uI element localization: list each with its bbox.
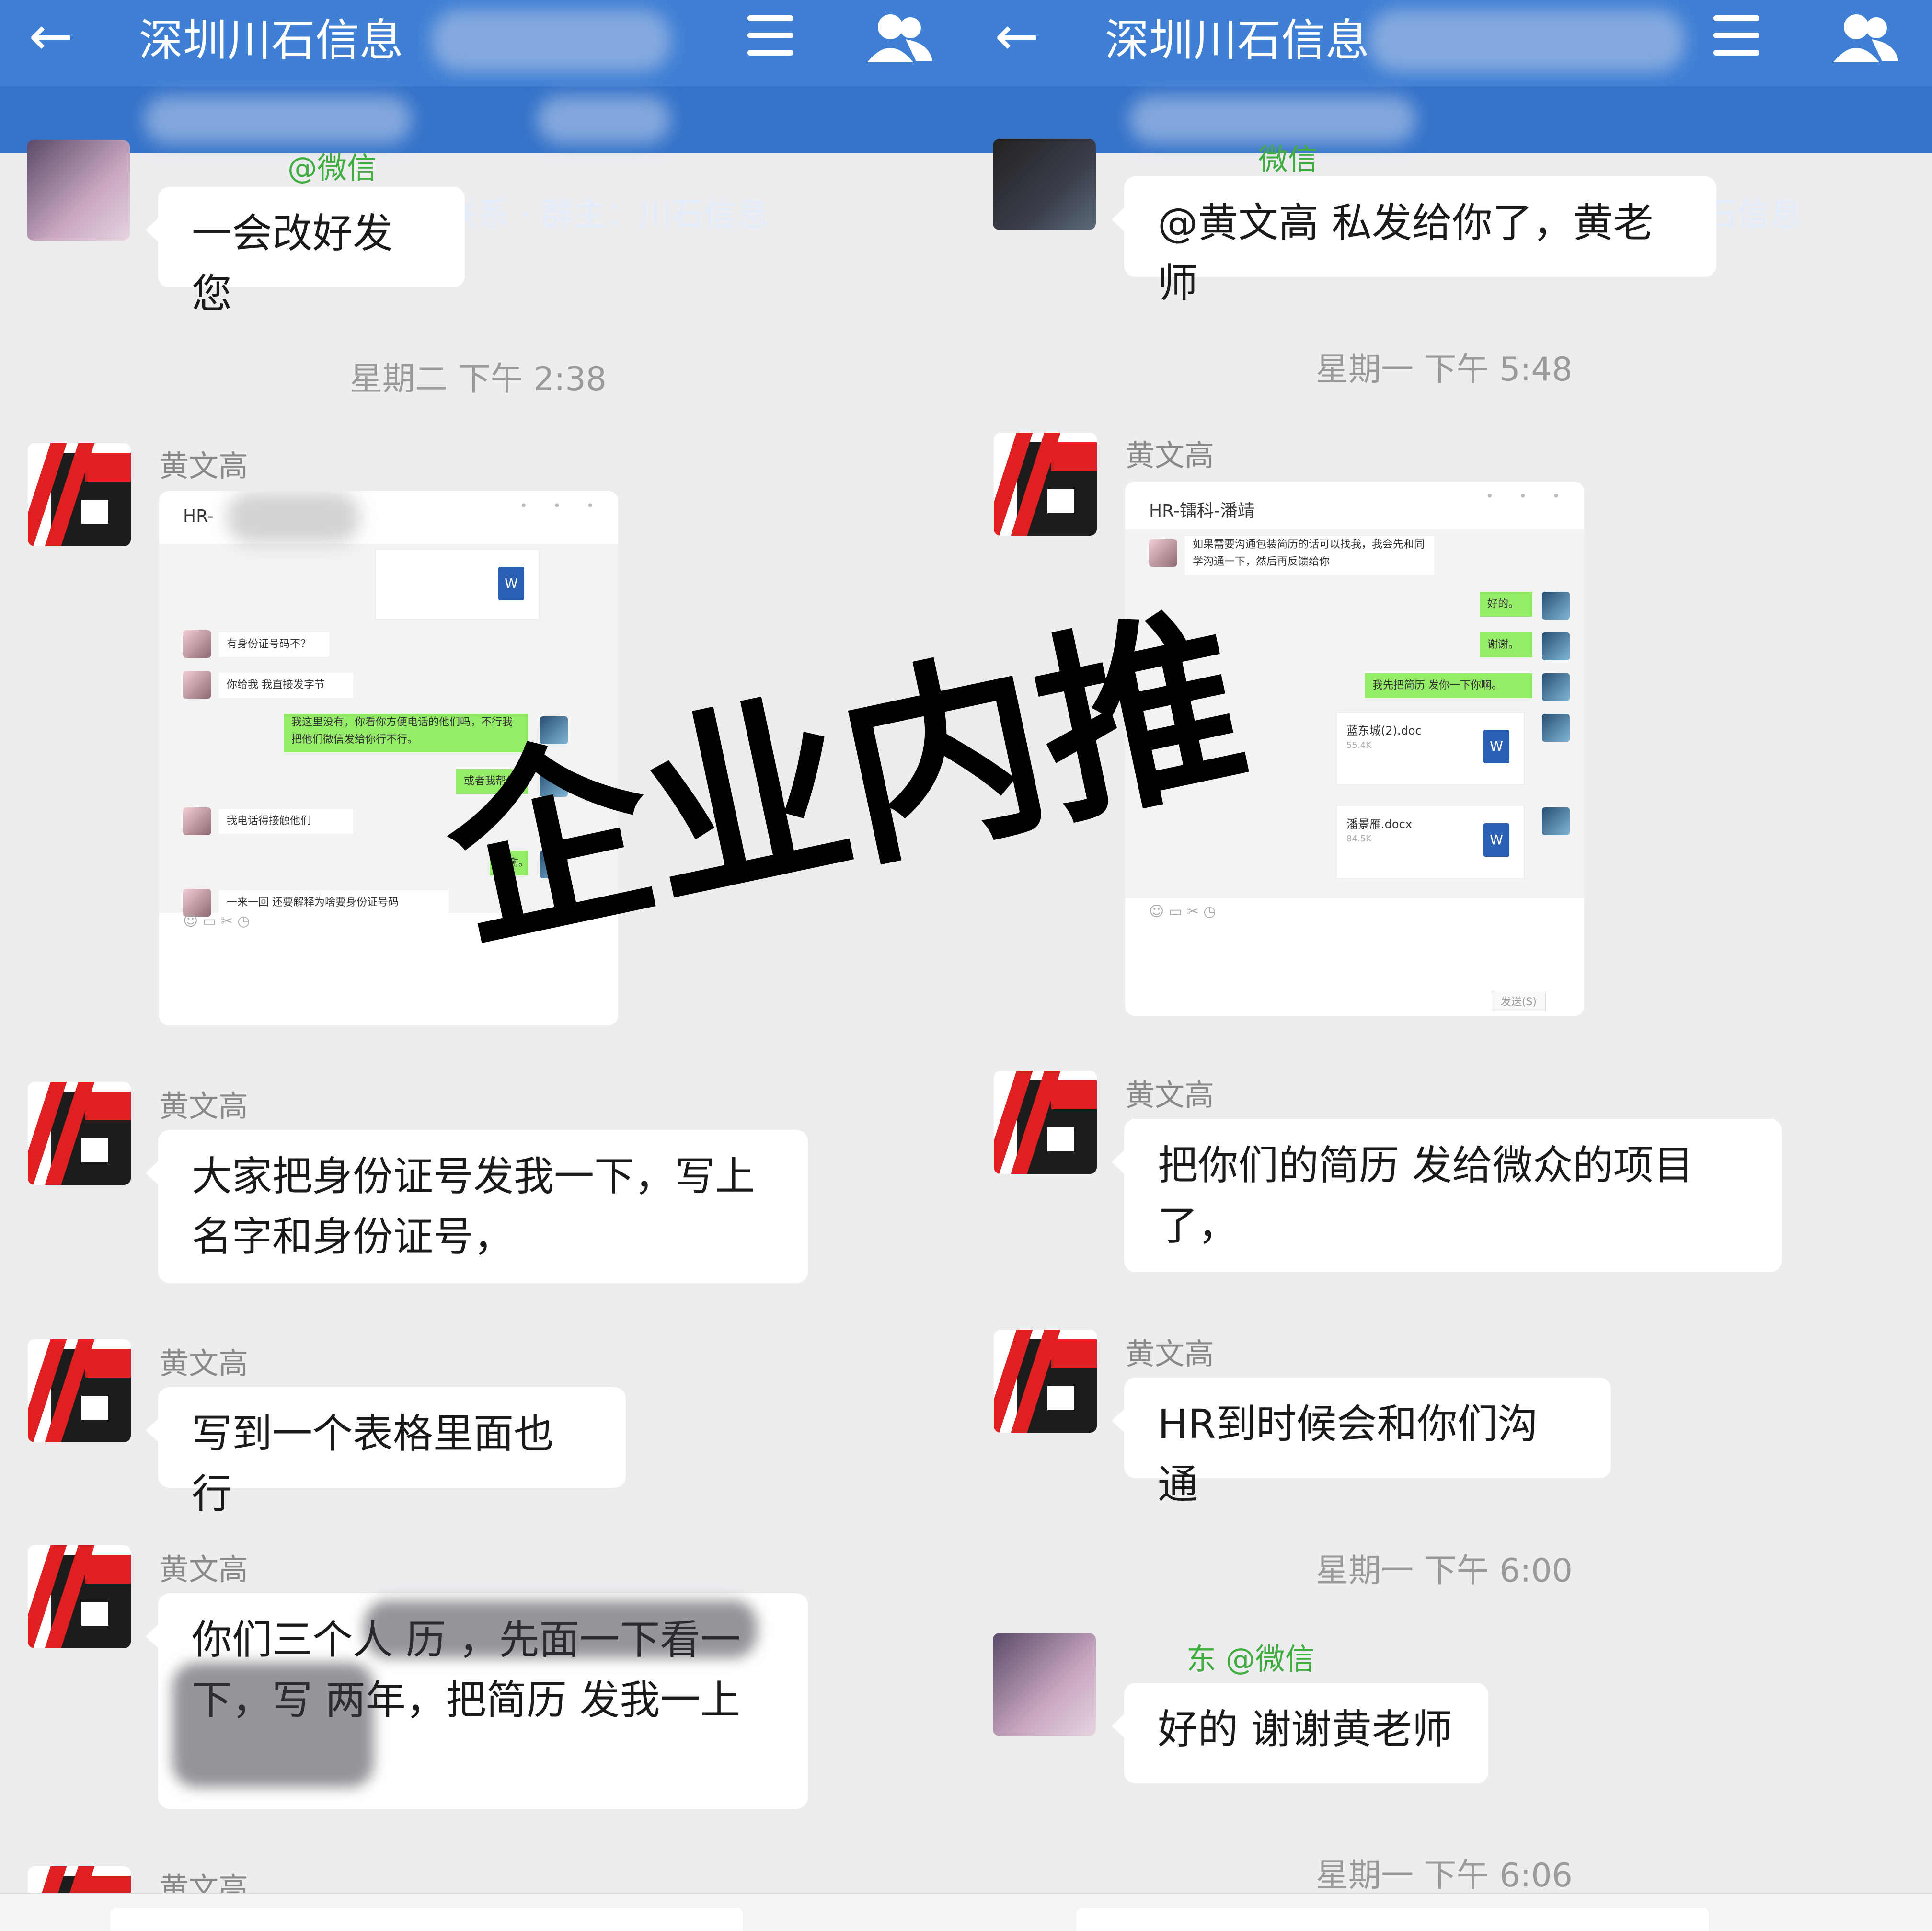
message-text: @黄文高 私发给你了，黄老师 (1158, 199, 1654, 307)
message-input[interactable] (1076, 1908, 1709, 1931)
chat-row: 我先把简历 发你一下你啊。 (1365, 673, 1532, 698)
avatar[interactable] (993, 139, 1096, 230)
sender-name: 黄文高 (159, 1089, 249, 1124)
avatar[interactable] (28, 1339, 131, 1442)
back-icon[interactable]: ← (995, 10, 1052, 67)
send-button: 发送(S) (1491, 991, 1546, 1011)
message-bubble[interactable]: 大家把身份证号发我一下，写上名字和身份证号， (146, 1130, 808, 1283)
chat-row: 谢谢。 (1480, 632, 1532, 657)
timestamp: 星期一 下午 6:00 (1316, 1552, 1573, 1590)
header-bar: ← 深圳川石信息 (966, 0, 1932, 86)
screenshot-toolbar: ☺ ▭ ✂ ◷ (183, 913, 250, 930)
avatar[interactable] (993, 1633, 1096, 1736)
screenshot-title: HR- (183, 506, 214, 526)
menu-icon[interactable] (748, 11, 800, 64)
sender-name: 黄文高 (1125, 1078, 1215, 1113)
sender-name: 黄文高 (159, 448, 249, 483)
timestamp: 星期一 下午 5:48 (1316, 351, 1573, 389)
redaction (172, 1663, 374, 1787)
right-chat-panel: ← 深圳川石信息 联系人 · 群主：川石信息 微信 @黄文高 私发给你了，黄老师… (966, 0, 1932, 1931)
avatar[interactable] (994, 1330, 1097, 1433)
chat-title: 深圳川石信息 (1105, 15, 1370, 66)
input-bar (966, 1893, 1932, 1931)
message-text: 大家把身份证号发我一下，写上名字和身份证号， (192, 1153, 756, 1260)
screenshot-title: HR-镭科-潘靖 (1149, 501, 1255, 521)
word-file-icon: W (1484, 823, 1509, 857)
message-text: 好的 谢谢黄老师 (1158, 1706, 1452, 1753)
chat-row: 好的。 (1480, 592, 1532, 617)
group-notice-bar[interactable]: 部联系 · 群主：川石信息 (0, 86, 966, 234)
window-controls: • • • (1485, 488, 1571, 504)
sender-name: 黄文高 (1125, 1336, 1215, 1371)
message-bubble[interactable]: HR到时候会和你们沟通 (1112, 1378, 1611, 1508)
group-notice-bar[interactable]: 联系人 · 群主：川石信息 (966, 86, 1932, 234)
avatar[interactable] (27, 140, 130, 241)
timestamp: 星期一 下午 6:06 (1316, 1857, 1573, 1895)
window-controls: • • • (519, 498, 605, 514)
avatar[interactable] (28, 443, 131, 546)
message-text: 把你们的简历 发给微众的项目了， (1158, 1142, 1694, 1249)
chat-row: 有身份证号码不？ (219, 632, 329, 657)
message-bubble[interactable]: 写到一个表格里面也行 (146, 1387, 626, 1517)
file-attachment: 蓝东城(2).doc 55.4K W (1336, 712, 1525, 785)
group-icon[interactable] (1828, 10, 1900, 67)
avatar[interactable] (28, 1082, 131, 1185)
message-input[interactable] (110, 1908, 743, 1931)
back-icon[interactable]: ← (29, 10, 86, 67)
avatar[interactable] (28, 1545, 131, 1648)
word-file-icon: W (1484, 730, 1509, 763)
word-file-icon: W (498, 567, 524, 600)
chat-row: 一来一回 还要解释为啥要身份证号码 (219, 890, 449, 915)
message-bubble[interactable]: 一会改好发您 (146, 187, 465, 317)
chat-title: 深圳川石信息 (139, 15, 404, 66)
message-text: 一会改好发您 (192, 210, 393, 317)
chat-row: 你给我 我直接发字节 (219, 673, 353, 698)
sender-name: 黄文高 (159, 1346, 249, 1381)
message-bubble[interactable]: 好的 谢谢黄老师 (1112, 1683, 1488, 1783)
header-bar: ← 深圳川石信息 (0, 0, 966, 86)
input-bar (0, 1893, 966, 1931)
chat-row: 如果需要沟通包装简历的话可以找我，我会先和同学沟通一下，然后再反馈给你 (1185, 536, 1434, 575)
avatar[interactable] (994, 1071, 1097, 1174)
menu-icon[interactable] (1714, 11, 1766, 64)
sender-name: 微信 (1258, 142, 1318, 177)
message-bubble[interactable]: @黄文高 私发给你了，黄老师 (1112, 176, 1716, 307)
sender-name: 黄文高 (1125, 438, 1215, 473)
sender-name: @微信 (288, 150, 377, 185)
timestamp: 星期二 下午 2:38 (350, 360, 607, 398)
sender-name: 黄文高 (159, 1552, 249, 1587)
message-text: 写到一个表格里面也行 (192, 1410, 554, 1517)
group-notice-text: 部联系 · 群主：川石信息 (412, 196, 769, 234)
redaction (364, 1600, 757, 1658)
chat-row: 我电话得接触他们 (219, 809, 353, 834)
screenshot-toolbar: ☺ ▭ ✂ ◷ (1149, 903, 1216, 920)
group-icon[interactable] (862, 10, 934, 67)
avatar[interactable] (994, 433, 1097, 536)
message-text: HR到时候会和你们沟通 (1158, 1401, 1538, 1508)
message-bubble[interactable]: 把你们的简历 发给微众的项目了， (1112, 1119, 1782, 1272)
file-attachment: 潘景雁.docx 84.5K W (1336, 805, 1525, 879)
sender-name: 东 @微信 (1186, 1642, 1315, 1677)
